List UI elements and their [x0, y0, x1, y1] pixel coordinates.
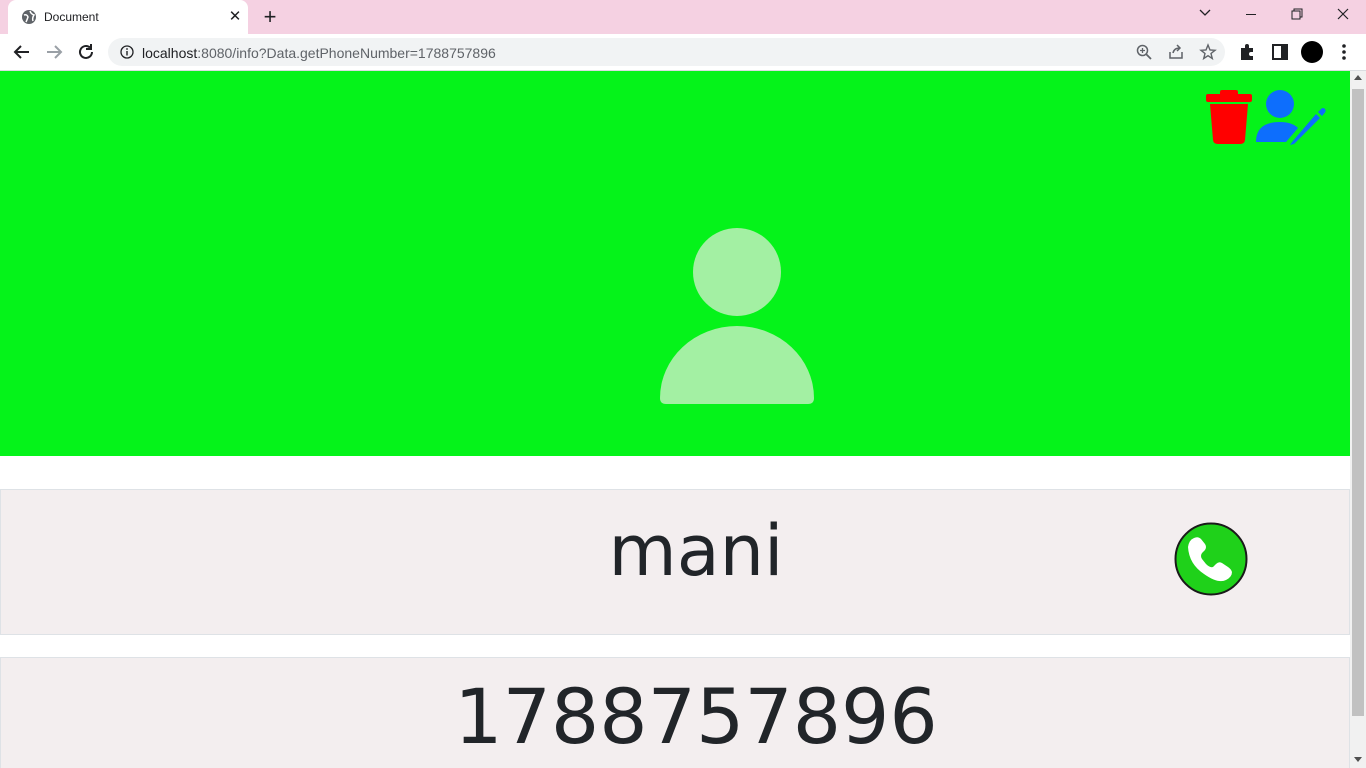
browser-tab[interactable]: Document ✕	[8, 0, 248, 34]
new-tab-button[interactable]: +	[259, 6, 281, 28]
profile-avatar[interactable]	[1301, 41, 1323, 63]
browser-toolbar: localhost:8080/info?Data.getPhoneNumber=…	[0, 34, 1366, 71]
restore-icon[interactable]	[1274, 0, 1320, 30]
url-host: localhost	[142, 45, 198, 61]
contact-name-card: mani	[0, 489, 1350, 635]
contact-phone-number: 1788757896	[454, 672, 938, 761]
page-scrollbar[interactable]	[1350, 71, 1366, 768]
forward-arrow-icon[interactable]	[42, 40, 66, 64]
scroll-up-arrow-icon[interactable]	[1354, 75, 1362, 80]
browser-tab-strip: Document ✕ +	[0, 0, 1366, 34]
tab-title: Document	[44, 10, 99, 24]
user-edit-icon[interactable]	[1256, 90, 1326, 146]
globe-icon	[22, 10, 36, 24]
extensions-puzzle-icon[interactable]	[1238, 42, 1258, 62]
page-viewport: mani 1788757896	[0, 71, 1350, 768]
contact-phone-card: 1788757896	[0, 657, 1350, 768]
side-panel-icon[interactable]	[1270, 42, 1290, 62]
user-icon	[660, 228, 814, 404]
phone-icon[interactable]	[1174, 522, 1248, 596]
url-path: :8080/info?Data.getPhoneNumber=178875789…	[197, 45, 496, 61]
zoom-icon[interactable]	[1135, 43, 1153, 61]
scroll-down-arrow-icon[interactable]	[1354, 757, 1362, 762]
site-info-icon[interactable]	[120, 45, 134, 59]
close-window-icon[interactable]	[1320, 0, 1366, 30]
address-bar[interactable]: localhost:8080/info?Data.getPhoneNumber=…	[108, 38, 1225, 66]
back-arrow-icon[interactable]	[10, 40, 34, 64]
close-tab-icon[interactable]: ✕	[225, 7, 245, 27]
scrollbar-thumb[interactable]	[1352, 89, 1364, 716]
contact-name: mani	[608, 510, 784, 592]
reload-icon[interactable]	[74, 40, 98, 64]
tab-search-icon[interactable]	[1182, 0, 1228, 30]
trash-icon[interactable]	[1204, 90, 1254, 146]
bookmark-star-icon[interactable]	[1199, 43, 1217, 61]
minimize-icon[interactable]	[1228, 0, 1274, 30]
contact-header	[0, 71, 1350, 456]
share-icon[interactable]	[1167, 43, 1185, 61]
url-text[interactable]: localhost:8080/info?Data.getPhoneNumber=…	[142, 45, 496, 61]
more-menu-icon[interactable]	[1334, 42, 1354, 62]
